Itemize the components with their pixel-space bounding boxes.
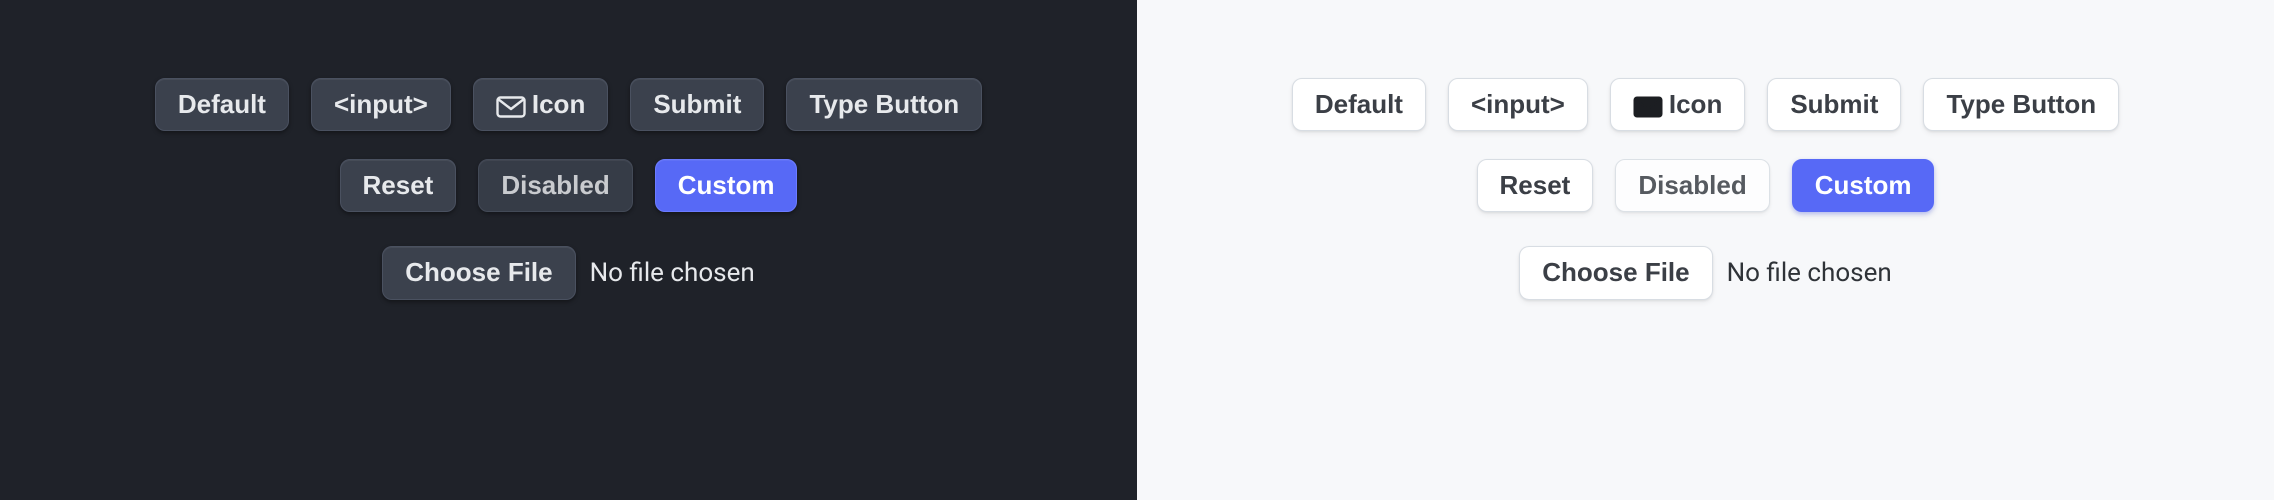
button-row-2: Reset Disabled Custom: [1477, 159, 1935, 212]
envelope-icon: [1633, 94, 1663, 116]
disabled-button: Disabled: [478, 159, 632, 212]
file-input-row: Choose File No file chosen: [382, 246, 754, 299]
reset-button[interactable]: Reset: [340, 159, 457, 212]
disabled-button: Disabled: [1615, 159, 1769, 212]
file-input-row: Choose File No file chosen: [1519, 246, 1891, 299]
default-button[interactable]: Default: [155, 78, 289, 131]
dark-theme-panel: Default <input> Icon Submit Type Button …: [0, 0, 1137, 500]
reset-button[interactable]: Reset: [1477, 159, 1594, 212]
custom-button[interactable]: Custom: [1792, 159, 1935, 212]
file-status-text: No file chosen: [590, 258, 755, 288]
type-button[interactable]: Type Button: [1923, 78, 2119, 131]
default-button[interactable]: Default: [1292, 78, 1426, 131]
button-row-1: Default <input> Icon Submit Type Button: [155, 78, 982, 131]
submit-button[interactable]: Submit: [630, 78, 764, 131]
icon-button-label: Icon: [1669, 89, 1722, 120]
icon-button-label: Icon: [532, 89, 585, 120]
button-row-2: Reset Disabled Custom: [340, 159, 798, 212]
button-row-1: Default <input> Icon Submit Type Button: [1292, 78, 2119, 131]
custom-button[interactable]: Custom: [655, 159, 798, 212]
icon-button[interactable]: Icon: [473, 78, 608, 131]
envelope-icon: [496, 94, 526, 116]
input-button[interactable]: <input>: [1448, 78, 1588, 131]
icon-button[interactable]: Icon: [1610, 78, 1745, 131]
choose-file-button[interactable]: Choose File: [382, 246, 575, 299]
submit-button[interactable]: Submit: [1767, 78, 1901, 131]
light-theme-panel: Default <input> Icon Submit Type Button …: [1137, 0, 2274, 500]
type-button[interactable]: Type Button: [786, 78, 982, 131]
file-status-text: No file chosen: [1727, 258, 1892, 288]
input-button[interactable]: <input>: [311, 78, 451, 131]
choose-file-button[interactable]: Choose File: [1519, 246, 1712, 299]
